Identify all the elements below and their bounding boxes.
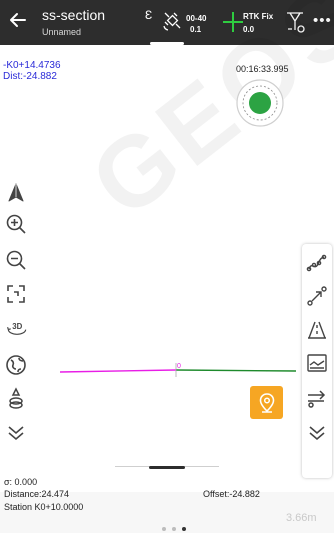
zoom-extent-icon[interactable]	[4, 282, 28, 306]
bottom-drag-handle[interactable]	[115, 466, 219, 470]
rtk-fix-age: 0.0	[243, 25, 255, 34]
road-icon[interactable]	[305, 318, 329, 342]
base-station-icon[interactable]	[284, 10, 306, 34]
station-value: Station K0+10.0000	[4, 502, 84, 512]
page-dot[interactable]	[162, 527, 166, 531]
header-glyph: Ɛ	[145, 8, 153, 22]
collapse-left-icon[interactable]	[4, 421, 28, 445]
position-indicator-icon[interactable]	[235, 78, 285, 128]
page-dot-active[interactable]	[182, 527, 186, 531]
rtk-fix-status: RTK Fix	[243, 12, 274, 21]
top-bar: ss-section Unnamed Ɛ 00-40 0.1 RTK Fix 0…	[0, 0, 334, 45]
page-dot[interactable]	[172, 527, 176, 531]
elapsed-timer: 00:16:33.995	[236, 64, 289, 74]
satellite-count: 00-40	[186, 14, 207, 23]
offset-value: Offset:-24.882	[203, 489, 260, 499]
current-distance: Dist:-24.882	[3, 71, 57, 82]
stakeout-point-button[interactable]	[250, 386, 283, 419]
collapse-right-icon[interactable]	[305, 421, 329, 445]
location-pin-icon	[259, 392, 274, 413]
polyline-icon[interactable]	[305, 251, 329, 275]
distance-value: Distance:24.474	[4, 489, 70, 499]
cross-section-line: 0	[59, 363, 297, 377]
page-indicator	[162, 527, 194, 533]
3d-view-label: 3D	[12, 322, 22, 331]
right-section-line	[175, 369, 297, 372]
arrow-left-icon[interactable]	[8, 10, 28, 30]
north-arrow-icon[interactable]	[4, 181, 28, 205]
zoom-out-icon[interactable]	[4, 248, 28, 272]
offset-icon[interactable]	[305, 386, 329, 410]
current-station: -K0+14.4736	[3, 60, 61, 71]
project-name: Unnamed	[42, 27, 82, 37]
satellite-icon[interactable]	[162, 10, 184, 32]
point-label: 0	[177, 363, 181, 370]
zoom-in-icon[interactable]	[4, 212, 28, 236]
3d-view-icon[interactable]: 3D	[3, 316, 31, 340]
app-window: ss-section Unnamed Ɛ 00-40 0.1 RTK Fix 0…	[0, 0, 334, 533]
more-menu-button[interactable]: •••	[313, 12, 332, 29]
gps-crosshair-icon[interactable]	[222, 11, 244, 33]
sigma-value: σ: 0.000	[4, 477, 38, 487]
scale-bar: 3.66m	[286, 512, 317, 524]
satellite-age: 0.1	[190, 25, 202, 34]
page-title: ss-section	[42, 7, 106, 23]
stakeout-line-icon[interactable]	[305, 284, 329, 308]
left-section-line	[59, 369, 177, 373]
layers-icon[interactable]	[4, 386, 28, 410]
